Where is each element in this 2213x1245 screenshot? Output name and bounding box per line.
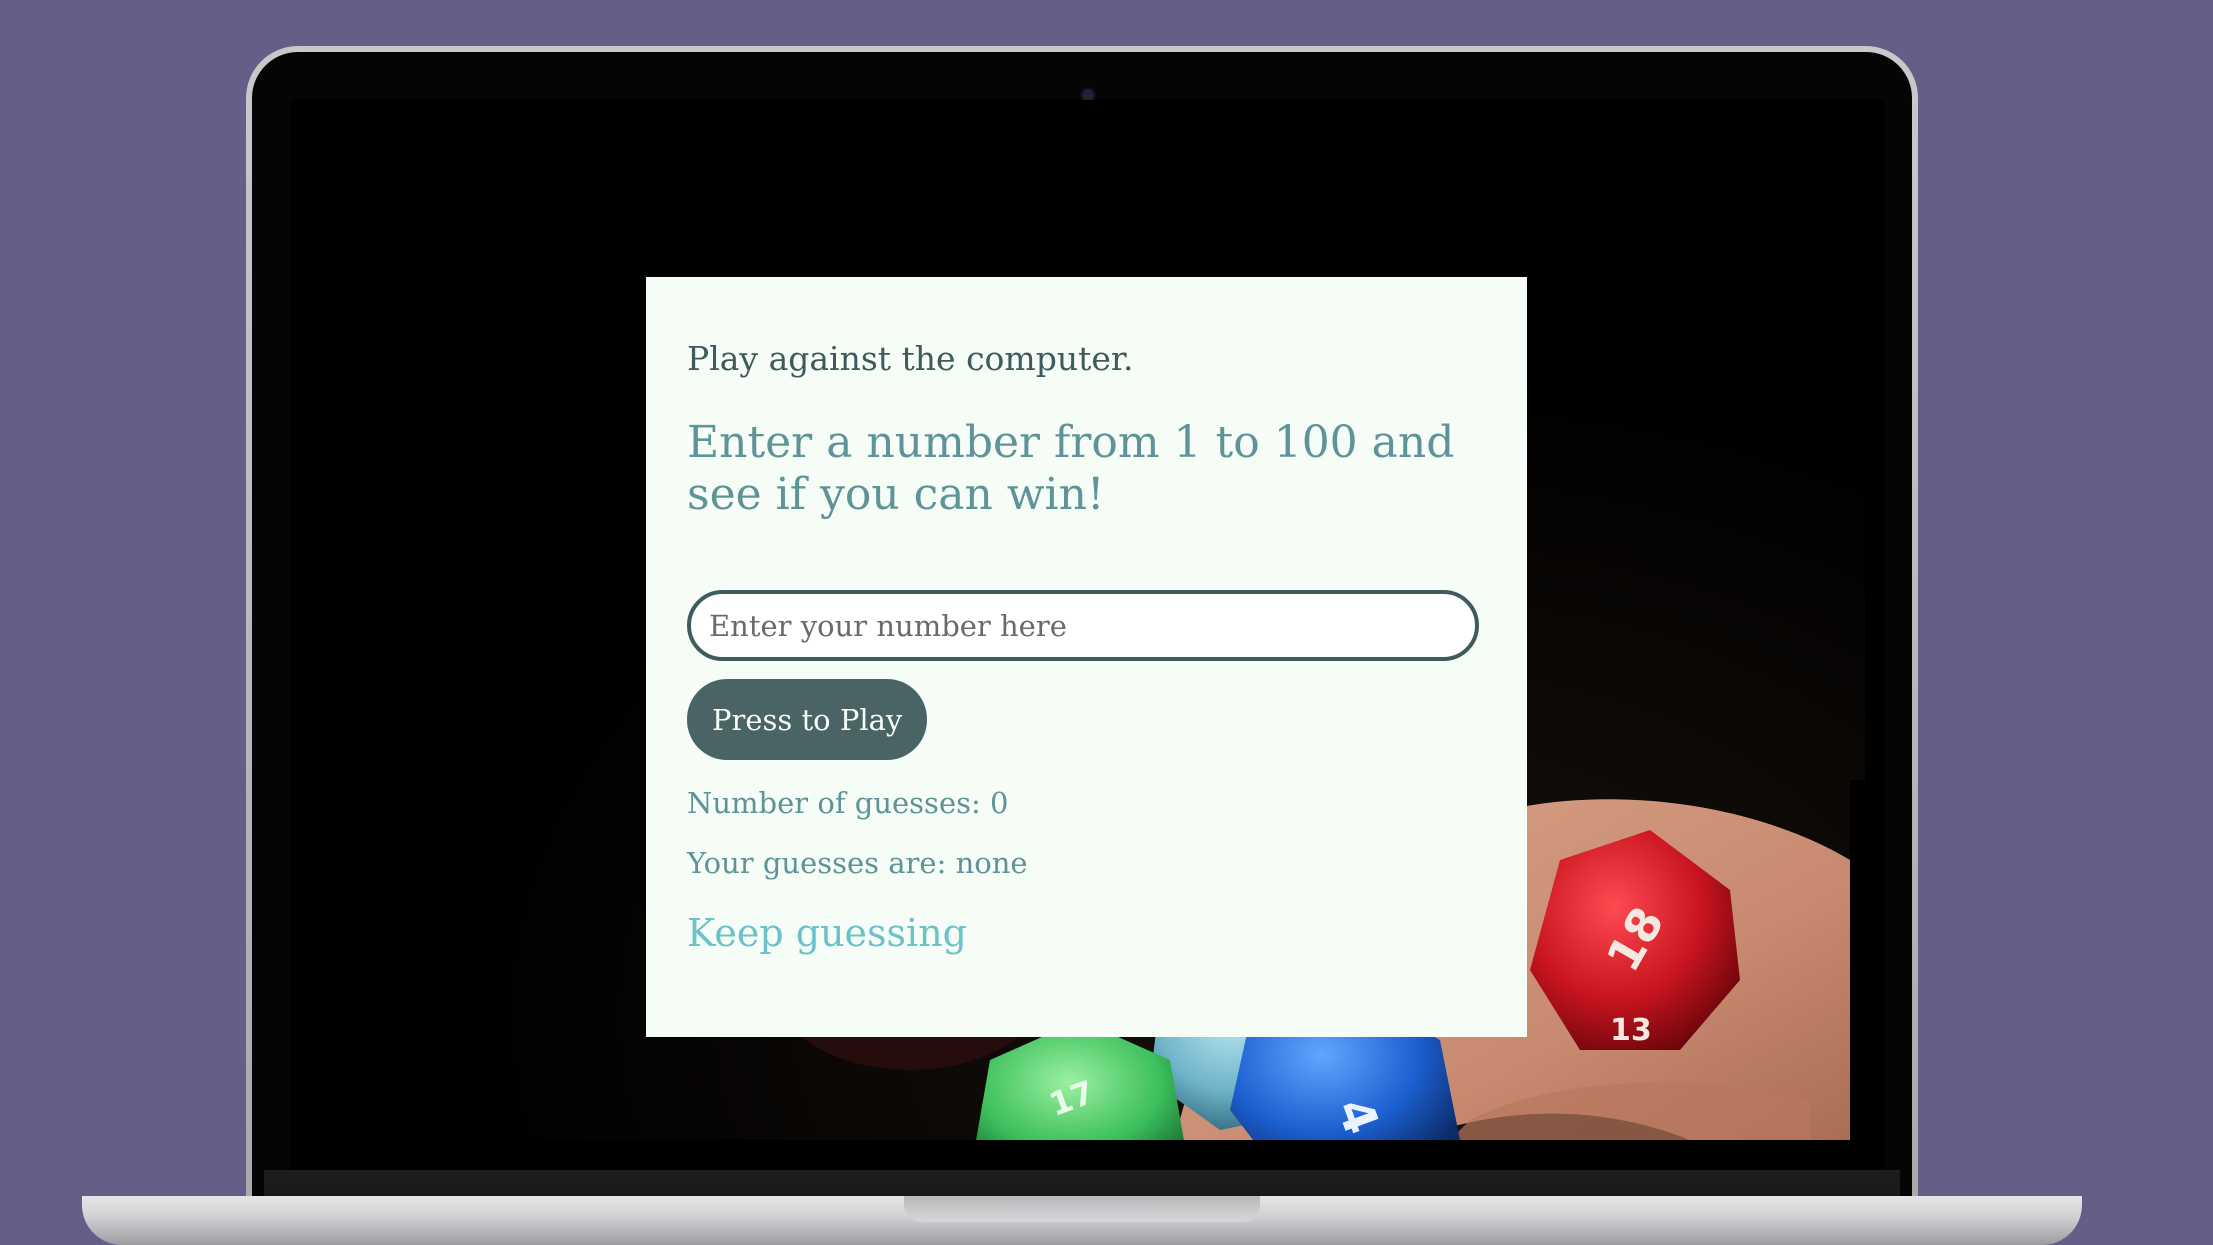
laptop-notch	[904, 1196, 1260, 1222]
play-button[interactable]: Press to Play	[687, 679, 928, 761]
laptop-screen: 18 13 17 4 Play against the computer. En…	[290, 100, 1884, 1175]
guess-input[interactable]	[687, 590, 1479, 662]
svg-text:17: 17	[1044, 1073, 1099, 1124]
laptop-bezel: 18 13 17 4 Play against the computer. En…	[252, 52, 1912, 1216]
svg-text:18: 18	[1596, 898, 1675, 980]
game-card: Play against the computer. Enter a numbe…	[646, 277, 1527, 1037]
laptop-lid: 18 13 17 4 Play against the computer. En…	[246, 46, 1918, 1216]
intro-text: Play against the computer.	[687, 339, 1134, 378]
laptop-base	[82, 1196, 2082, 1245]
guess-count: Number of guesses: 0	[687, 786, 1009, 821]
game-status: Keep guessing	[687, 911, 967, 955]
svg-text:13: 13	[1610, 1013, 1652, 1048]
guess-list: Your guesses are: none	[687, 846, 1028, 881]
svg-text:4: 4	[1325, 1091, 1389, 1142]
headline: Enter a number from 1 to 100 and see if …	[687, 416, 1455, 520]
